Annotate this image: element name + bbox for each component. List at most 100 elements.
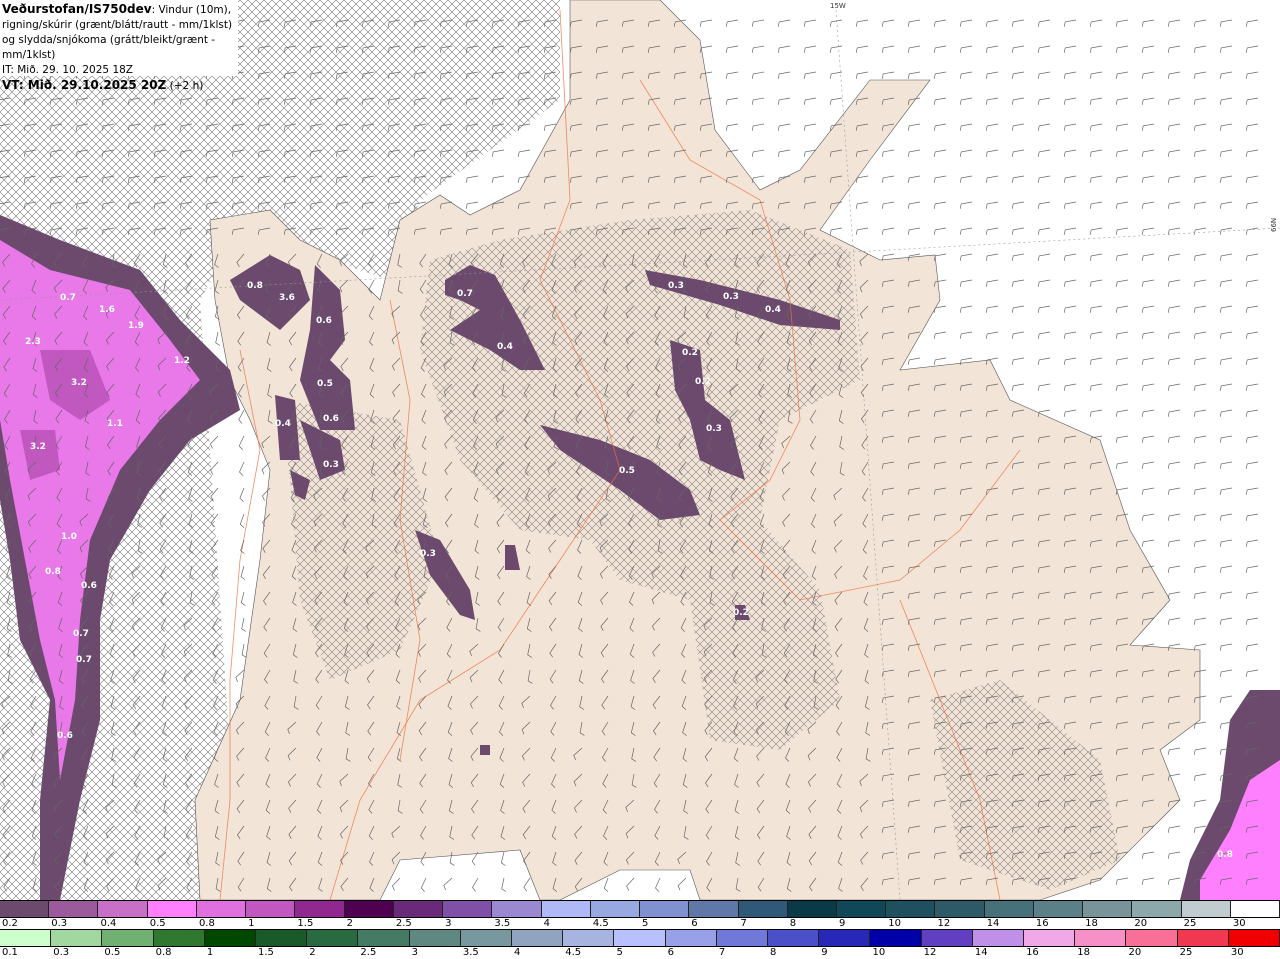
precip-label: 0.3 [420, 549, 436, 559]
legend-swatch [49, 901, 99, 917]
legend-swatch [256, 930, 308, 946]
legend-label: 0.1 [2, 947, 18, 958]
legend-swatch [614, 930, 666, 946]
legend-label: 4 [514, 947, 521, 958]
legend-swatch [492, 901, 542, 917]
precip-label: 0.3 [323, 460, 339, 470]
snow-legend-colors [0, 900, 1280, 918]
issue-time: IT: Mið. 29. 10. 2025 18Z [2, 64, 133, 76]
precip-label: 0.4 [765, 305, 781, 315]
legend-swatch [1075, 930, 1127, 946]
legend-swatch [870, 930, 922, 946]
rain-legend-colors [0, 929, 1280, 947]
legend-swatch [738, 901, 788, 917]
valid-time: VT: Mið. 29.10.2025 20Z [2, 78, 167, 92]
legend-label: 7 [718, 947, 726, 958]
legend-swatch [295, 901, 345, 917]
lead-time: (+2 h) [166, 80, 204, 92]
legend-swatch [358, 930, 410, 946]
legend-swatch [409, 930, 461, 946]
legend-swatch [819, 930, 871, 946]
legend-swatch [935, 901, 985, 917]
map-info-box: Veðurstofan/IS750dev: Vindur (10m), rign… [0, 0, 238, 92]
precip-label: 3.2 [30, 442, 46, 452]
legend-swatch [443, 901, 493, 917]
precip-label: 0.7 [457, 289, 473, 299]
legend-swatch [563, 930, 615, 946]
legend-label: 10 [872, 947, 886, 958]
precip-label: 1.2 [174, 356, 190, 366]
precip-label: 1.1 [107, 419, 123, 429]
lat-label: 66N [1270, 218, 1278, 232]
precip-label: 0.2 [695, 377, 711, 387]
legend-swatch [836, 901, 887, 917]
legend-swatch [1177, 930, 1229, 946]
legend-swatch [1181, 901, 1231, 917]
precip-label: 0.6 [57, 731, 73, 741]
legend-swatch [0, 930, 52, 946]
legend-label: 18 [1077, 947, 1090, 958]
legend-label: 4.5 [565, 947, 582, 958]
legend-swatch [1024, 930, 1076, 946]
legend-swatch [153, 930, 205, 946]
legend-label: 0.8 [155, 947, 172, 958]
source-title: Veðurstofan/IS750dev [2, 2, 152, 16]
legend-swatch [344, 901, 394, 917]
precip-label: 0.5 [317, 379, 333, 389]
legend-label: 3 [411, 947, 418, 958]
precip-label: 0.2 [733, 608, 749, 618]
precip-label: 0.3 [723, 292, 739, 302]
legend-label: 14 [974, 947, 988, 958]
legend-swatch [886, 901, 936, 917]
legend-label: 25 [1179, 947, 1193, 958]
precip-label: 0.6 [323, 414, 339, 424]
lon-label: 15W [830, 2, 846, 10]
legend-label: 5 [616, 947, 623, 958]
legend-swatch [460, 930, 513, 946]
legend-label: 16 [1026, 947, 1039, 958]
legend-swatch [541, 901, 591, 917]
legend-swatch [1126, 930, 1178, 946]
precip-label: 0.7 [60, 293, 76, 303]
weather-map[interactable]: 15W 66N 0.7 1.6 1.9 2.3 3.2 1.2 1.1 3.2 … [0, 0, 1280, 900]
legend-swatch [102, 930, 154, 946]
legend-label: 2.5 [360, 947, 377, 958]
legend-swatch [984, 901, 1034, 917]
precip-label: 0.8 [247, 281, 263, 291]
precip-label: 0.7 [73, 629, 89, 639]
legend-swatch [921, 930, 973, 946]
legend-swatch [98, 901, 148, 917]
legend-label: 8 [770, 947, 777, 958]
precip-label: 3.6 [279, 293, 295, 303]
legend-swatch [1033, 901, 1084, 917]
legend-label: 1.5 [258, 947, 274, 958]
precip-label: 1.6 [99, 305, 115, 315]
legend-label: 2 [309, 947, 316, 958]
legend-swatch [51, 930, 103, 946]
legend-swatch [1132, 901, 1182, 917]
legend-swatch [768, 930, 820, 946]
precip-label: 1.9 [128, 321, 144, 331]
precip-label: 0.3 [668, 281, 684, 291]
legend-label: 6 [667, 947, 675, 958]
precip-label: 0.8 [45, 567, 61, 577]
legend-swatch [0, 901, 50, 917]
legend-swatch [716, 930, 769, 946]
precip-label: 0.4 [497, 342, 513, 352]
legend-swatch [307, 930, 359, 946]
legend-swatch [246, 901, 296, 917]
legend-label: 0.3 [53, 947, 70, 958]
precip-label: 0.5 [619, 466, 635, 476]
legend-swatch [1083, 901, 1133, 917]
legend-label: 9 [821, 947, 828, 958]
precip-label: 3.2 [71, 378, 87, 388]
precip-label: 0.6 [316, 316, 332, 326]
legend-label: 20 [1128, 947, 1142, 958]
legend-swatch [512, 930, 564, 946]
legend-swatch [689, 901, 739, 917]
legend-swatch [1230, 901, 1280, 917]
precip-label: 0.4 [275, 419, 291, 429]
legend-swatch [787, 901, 837, 917]
legend-swatch [196, 901, 247, 917]
legend-swatch [1228, 930, 1280, 946]
